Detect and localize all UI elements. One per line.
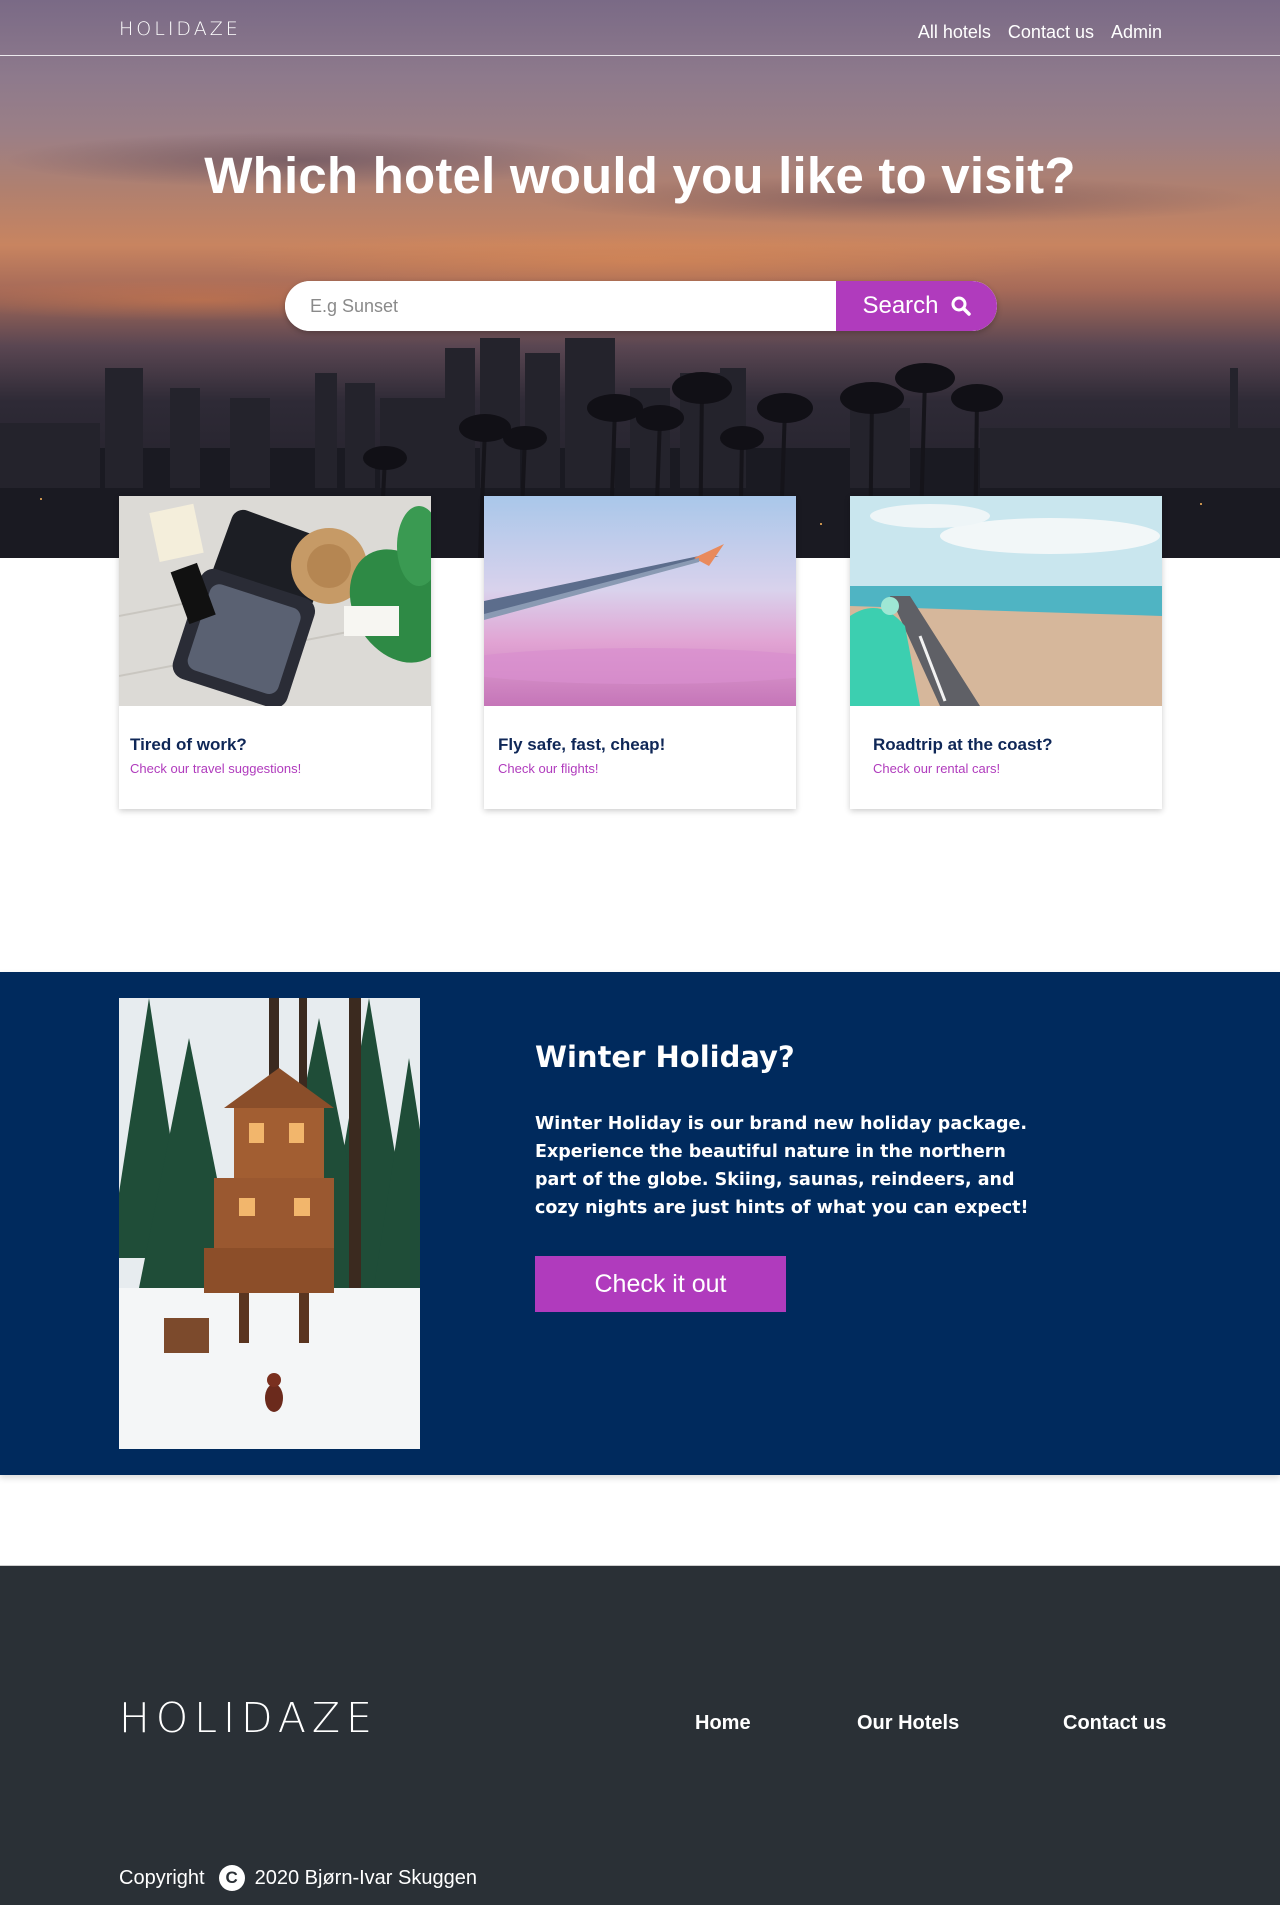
coastal-road-photo	[850, 496, 1162, 706]
suitcase-photo	[119, 496, 431, 706]
main-nav: All hotels Contact us Admin	[918, 22, 1162, 43]
card-flights[interactable]: Fly safe, fast, cheap! Check our flights…	[484, 496, 796, 809]
footer-link-contact-us[interactable]: Contact us	[1063, 1712, 1166, 1735]
nav-link-all-hotels[interactable]: All hotels	[918, 22, 991, 43]
footer-logo[interactable]: HOLIDAZE	[119, 1694, 378, 1742]
promo-description: Winter Holiday is our brand new holiday …	[535, 1114, 1029, 1218]
hero-banner: HOLIDAZE All hotels Contact us Admin Whi…	[0, 0, 1280, 558]
nav-link-admin[interactable]: Admin	[1111, 22, 1162, 43]
nav-link-contact-us[interactable]: Contact us	[1008, 22, 1094, 43]
airplane-wing-photo	[484, 496, 796, 706]
card-subtitle[interactable]: Check our rental cars!	[873, 761, 1000, 776]
check-it-out-button[interactable]: Check it out	[535, 1256, 786, 1312]
copyright-text: 2020 Bjørn-Ivar Skuggen	[254, 1866, 477, 1889]
promo-title: Winter Holiday?	[535, 1040, 795, 1074]
copyright-line: Copyright C 2020 Bjørn-Ivar Skuggen	[119, 1865, 477, 1891]
hotel-search-bar: Search	[285, 281, 997, 331]
winter-holiday-promo: Winter Holiday? Winter Holiday is our br…	[0, 972, 1280, 1475]
search-button[interactable]: Search	[836, 281, 997, 331]
site-footer: HOLIDAZE Home Our Hotels Contact us	[0, 1565, 1280, 1905]
search-icon	[951, 296, 971, 316]
card-travel-suggestions[interactable]: Tired of work? Check our travel suggesti…	[119, 496, 431, 809]
copyright-icon: C	[218, 1865, 245, 1891]
site-logo[interactable]: HOLIDAZE	[119, 18, 241, 40]
footer-link-our-hotels[interactable]: Our Hotels	[857, 1712, 959, 1735]
footer-link-home[interactable]: Home	[695, 1712, 751, 1735]
card-title: Tired of work?	[130, 735, 247, 754]
feature-cards: Tired of work? Check our travel suggesti…	[119, 496, 1162, 809]
copyright-label: Copyright	[119, 1866, 205, 1889]
card-title: Roadtrip at the coast?	[873, 735, 1053, 754]
card-subtitle[interactable]: Check our flights!	[498, 761, 598, 776]
card-title: Fly safe, fast, cheap!	[498, 735, 666, 754]
search-button-label: Search	[862, 292, 939, 319]
card-rental-cars[interactable]: Roadtrip at the coast? Check our rental …	[850, 496, 1162, 809]
card-subtitle[interactable]: Check our travel suggestions!	[130, 761, 301, 776]
search-input[interactable]	[285, 281, 836, 331]
treehouse-snow-photo	[119, 998, 420, 1449]
top-navbar: HOLIDAZE All hotels Contact us Admin	[0, 0, 1280, 56]
hero-title: Which hotel would you like to visit?	[204, 147, 1076, 204]
